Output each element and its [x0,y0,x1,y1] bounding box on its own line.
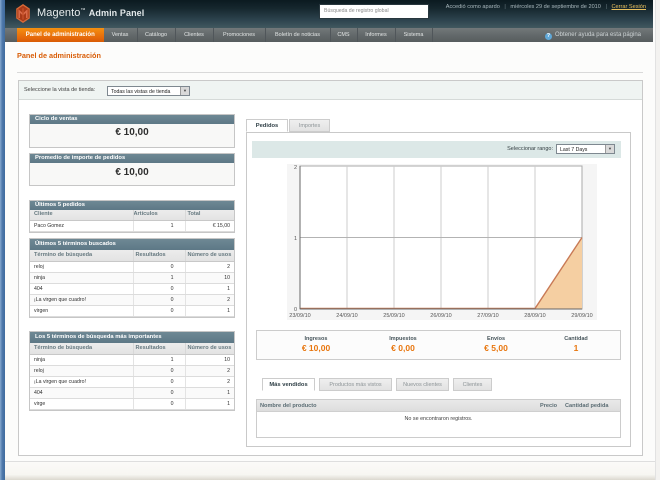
svg-text:26/09/10: 26/09/10 [430,313,451,319]
svg-text:27/09/10: 27/09/10 [477,313,498,319]
svg-text:24/09/10: 24/09/10 [336,313,357,319]
svg-text:25/09/10: 25/09/10 [383,313,404,319]
svg-text:23/09/10: 23/09/10 [289,313,310,319]
svg-text:29/09/10: 29/09/10 [571,313,592,319]
svg-text:28/09/10: 28/09/10 [524,313,545,319]
svg-text:1: 1 [294,236,297,242]
svg-text:2: 2 [294,165,297,171]
